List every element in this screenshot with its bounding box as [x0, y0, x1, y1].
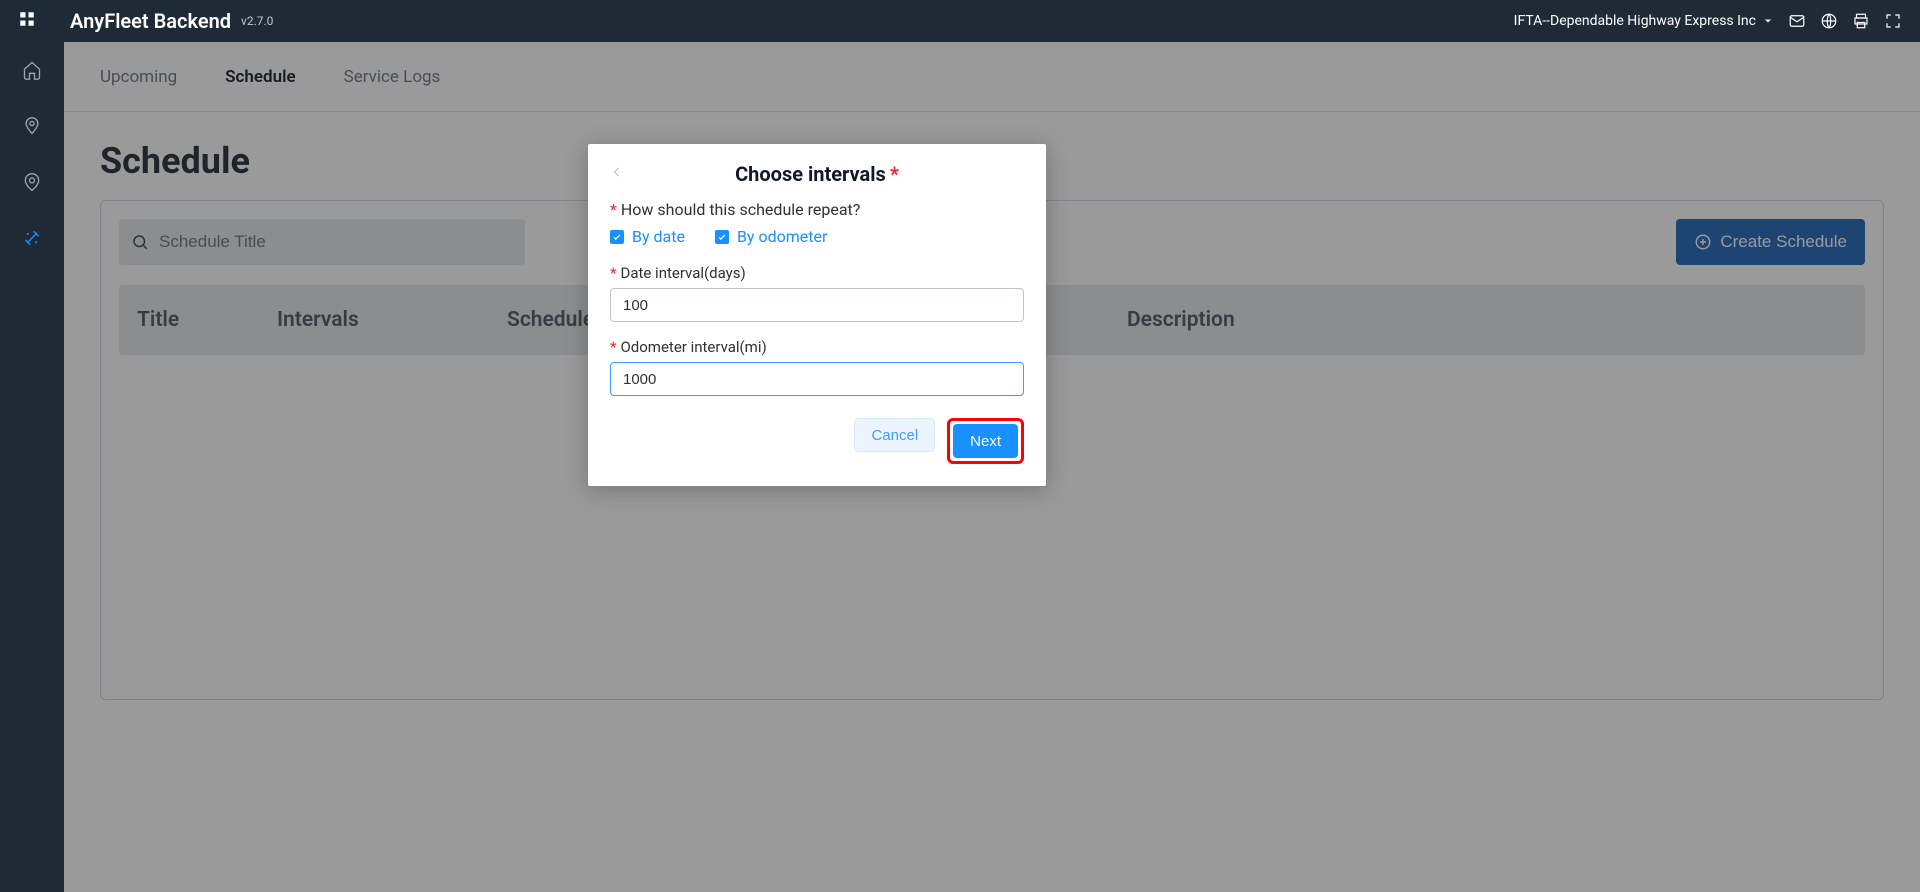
cancel-button[interactable]: Cancel [854, 418, 935, 452]
date-interval-label: Date interval(days) [620, 264, 745, 282]
tools-icon[interactable] [22, 228, 42, 252]
fullscreen-icon[interactable] [1884, 12, 1902, 30]
next-button[interactable]: Next [953, 424, 1018, 458]
choose-intervals-modal: Choose intervals* *How should this sched… [588, 144, 1046, 486]
pin-icon[interactable] [22, 116, 42, 140]
caret-down-icon [1762, 15, 1774, 27]
odometer-interval-label: Odometer interval(mi) [620, 338, 766, 356]
check-icon [612, 232, 622, 242]
checkbox-by-date[interactable]: By date [610, 227, 685, 246]
checkbox-by-odometer[interactable]: By odometer [715, 227, 827, 246]
location-icon[interactable] [22, 172, 42, 196]
odometer-interval-input[interactable] [610, 362, 1024, 396]
highlight-box: Next [947, 418, 1024, 464]
print-icon[interactable] [1852, 12, 1870, 30]
topbar: AnyFleet Backend v2.7.0 IFTA--Dependable… [0, 0, 1920, 42]
back-icon[interactable] [610, 164, 624, 183]
app-title: AnyFleet Backend [70, 9, 231, 33]
modal-title: Choose intervals [735, 162, 886, 186]
required-star: * [890, 162, 899, 186]
checkbox-by-odometer-label: By odometer [737, 227, 827, 246]
checkbox-box [715, 230, 729, 244]
date-interval-input[interactable] [610, 288, 1024, 322]
apps-grid-icon[interactable] [18, 10, 36, 32]
sidebar [0, 42, 64, 892]
app-version: v2.7.0 [241, 14, 273, 28]
home-icon[interactable] [22, 60, 42, 84]
account-name: IFTA--Dependable Highway Express Inc [1514, 13, 1756, 29]
checkbox-box [610, 230, 624, 244]
globe-icon[interactable] [1820, 12, 1838, 30]
modal-question: How should this schedule repeat? [621, 200, 860, 219]
account-dropdown[interactable]: IFTA--Dependable Highway Express Inc [1514, 13, 1774, 29]
check-icon [717, 232, 727, 242]
checkbox-by-date-label: By date [632, 227, 685, 246]
mail-icon[interactable] [1788, 12, 1806, 30]
